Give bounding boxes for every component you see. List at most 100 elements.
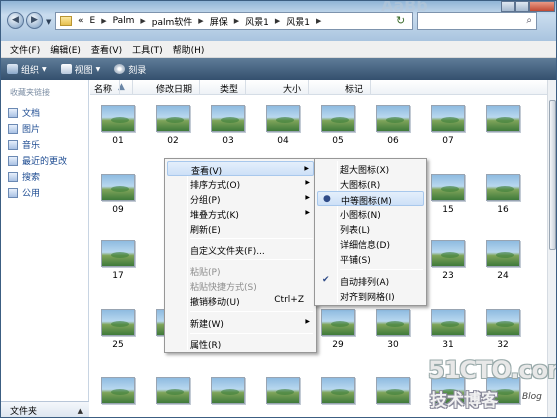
views-button[interactable]: 视图 ▼	[60, 63, 100, 76]
image-thumbnail[interactable]	[486, 105, 520, 132]
menu-item-undo-move[interactable]: 撤销移动(U) Ctrl+Z	[167, 293, 314, 308]
image-thumbnail[interactable]	[376, 105, 410, 132]
view-tiles[interactable]: 平铺(S)	[317, 251, 424, 266]
image-thumbnail[interactable]	[101, 174, 135, 201]
menu-item-view[interactable]: 查看(V) ▶	[167, 161, 314, 177]
column-tags[interactable]: 标记	[345, 80, 372, 95]
image-thumbnail[interactable]	[156, 105, 190, 132]
menu-item-paste-shortcut[interactable]: 粘贴快捷方式(S)	[167, 278, 314, 293]
image-thumbnail[interactable]	[266, 377, 300, 404]
image-thumbnail[interactable]	[101, 309, 135, 336]
image-thumbnail[interactable]	[486, 240, 520, 267]
image-thumbnail[interactable]	[376, 377, 410, 404]
scrollbar-thumb[interactable]	[549, 100, 556, 250]
view-medium-icons[interactable]: ● 中等图标(M)	[317, 191, 424, 207]
chevron-right-icon[interactable]: ▶	[101, 17, 106, 25]
file-name[interactable]: 01	[98, 136, 138, 146]
nav-item-documents[interactable]: 文档	[8, 106, 40, 119]
refresh-icon[interactable]: ↻	[396, 14, 405, 27]
menu-view[interactable]: 查看(V)	[86, 43, 127, 56]
forward-button[interactable]: ▶	[26, 12, 43, 29]
view-auto-arrange[interactable]: ✔ 自动排列(A)	[317, 273, 424, 288]
file-name[interactable]: 06	[373, 136, 413, 146]
file-name[interactable]: 16	[483, 205, 523, 215]
column-name[interactable]: 名称	[94, 80, 121, 95]
menu-file[interactable]: 文件(F)	[5, 43, 45, 56]
image-thumbnail[interactable]	[431, 240, 465, 267]
nav-item-recent-changes[interactable]: 最近的更改	[8, 154, 67, 167]
image-thumbnail[interactable]	[211, 105, 245, 132]
breadcrumb-item[interactable]: 屏保	[210, 15, 228, 28]
chevron-right-icon[interactable]: ▶	[198, 17, 203, 25]
file-name[interactable]: 04	[263, 136, 303, 146]
file-name[interactable]: 32	[483, 340, 523, 350]
image-thumbnail[interactable]	[101, 105, 135, 132]
image-thumbnail[interactable]	[321, 105, 355, 132]
organize-button[interactable]: 组织 ▼	[7, 63, 47, 76]
file-name[interactable]: 05	[318, 136, 358, 146]
menu-help[interactable]: 帮助(H)	[168, 43, 210, 56]
view-align-to-grid[interactable]: 对齐到网格(I)	[317, 288, 424, 303]
breadcrumb-item[interactable]: palm软件	[152, 15, 193, 28]
image-thumbnail[interactable]	[156, 377, 190, 404]
file-name[interactable]: 15	[428, 205, 468, 215]
chevron-right-icon[interactable]: ▶	[316, 17, 321, 25]
file-name[interactable]: 30	[373, 340, 413, 350]
view-small-icons[interactable]: 小图标(N)	[317, 206, 424, 221]
file-name[interactable]: 25	[98, 340, 138, 350]
menu-item-sort-by[interactable]: 排序方式(O) ▶	[167, 176, 314, 191]
menu-edit[interactable]: 编辑(E)	[45, 43, 86, 56]
menu-item-group-by[interactable]: 分组(P) ▶	[167, 191, 314, 206]
search-input[interactable]: ⌕	[417, 12, 537, 30]
breadcrumb-item[interactable]: 风景1	[286, 15, 310, 28]
address-bar[interactable]: « E ▶ Palm ▶ palm软件 ▶ 屏保 ▶ 风景1 ▶ 风景1 ▶	[55, 12, 413, 30]
view-list[interactable]: 列表(L)	[317, 221, 424, 236]
nav-item-pictures[interactable]: 图片	[8, 122, 40, 135]
image-thumbnail[interactable]	[101, 377, 135, 404]
file-name[interactable]: 29	[318, 340, 358, 350]
view-extra-large-icons[interactable]: 超大图标(X)	[317, 161, 424, 176]
chevron-right-icon[interactable]: ▶	[275, 17, 280, 25]
file-name[interactable]: 07	[428, 136, 468, 146]
column-modified[interactable]: 修改日期	[156, 80, 201, 95]
minimize-button[interactable]	[501, 1, 515, 12]
file-name[interactable]: 31	[428, 340, 468, 350]
chevron-right-icon[interactable]: ▶	[234, 17, 239, 25]
back-button[interactable]: ◀	[7, 12, 24, 29]
image-thumbnail[interactable]	[101, 240, 135, 267]
image-thumbnail[interactable]	[211, 377, 245, 404]
menu-item-paste[interactable]: 粘贴(P)	[167, 263, 314, 278]
menu-item-customize-folder[interactable]: 自定义文件夹(F)...	[167, 242, 314, 257]
breadcrumb-item[interactable]: 风景1	[245, 15, 269, 28]
column-size[interactable]: 大小	[283, 80, 310, 95]
image-thumbnail[interactable]	[431, 174, 465, 201]
close-button[interactable]	[529, 1, 555, 12]
folders-toggle[interactable]: 文件夹 ▲	[1, 401, 89, 417]
image-thumbnail[interactable]	[431, 309, 465, 336]
column-type[interactable]: 类型	[220, 80, 247, 95]
nav-item-public[interactable]: 公用	[8, 186, 40, 199]
menu-item-new[interactable]: 新建(W) ▶	[167, 315, 314, 330]
burn-button[interactable]: 刻录	[114, 63, 146, 76]
file-name[interactable]: 03	[208, 136, 248, 146]
file-name[interactable]: 09	[98, 205, 138, 215]
image-thumbnail[interactable]	[376, 309, 410, 336]
menu-tools[interactable]: 工具(T)	[127, 43, 168, 56]
menu-item-refresh[interactable]: 刷新(E)	[167, 221, 314, 236]
file-name[interactable]: 23	[428, 271, 468, 281]
file-name[interactable]: 02	[153, 136, 193, 146]
nav-item-music[interactable]: 音乐	[8, 138, 40, 151]
breadcrumb-overflow[interactable]: «	[78, 16, 84, 26]
file-name[interactable]: 24	[483, 271, 523, 281]
file-name[interactable]: 17	[98, 271, 138, 281]
image-thumbnail[interactable]	[321, 309, 355, 336]
nav-item-search[interactable]: 搜索	[8, 170, 40, 183]
menu-item-properties[interactable]: 属性(R)	[167, 336, 314, 351]
chevron-right-icon[interactable]: ▶	[140, 17, 145, 25]
image-thumbnail[interactable]	[486, 309, 520, 336]
view-details[interactable]: 详细信息(D)	[317, 236, 424, 251]
search-icon[interactable]: ⌕	[526, 15, 532, 26]
image-thumbnail[interactable]	[266, 105, 300, 132]
recent-pages-chevron-icon[interactable]: ▼	[46, 18, 51, 26]
breadcrumb-item[interactable]: Palm	[113, 16, 135, 26]
